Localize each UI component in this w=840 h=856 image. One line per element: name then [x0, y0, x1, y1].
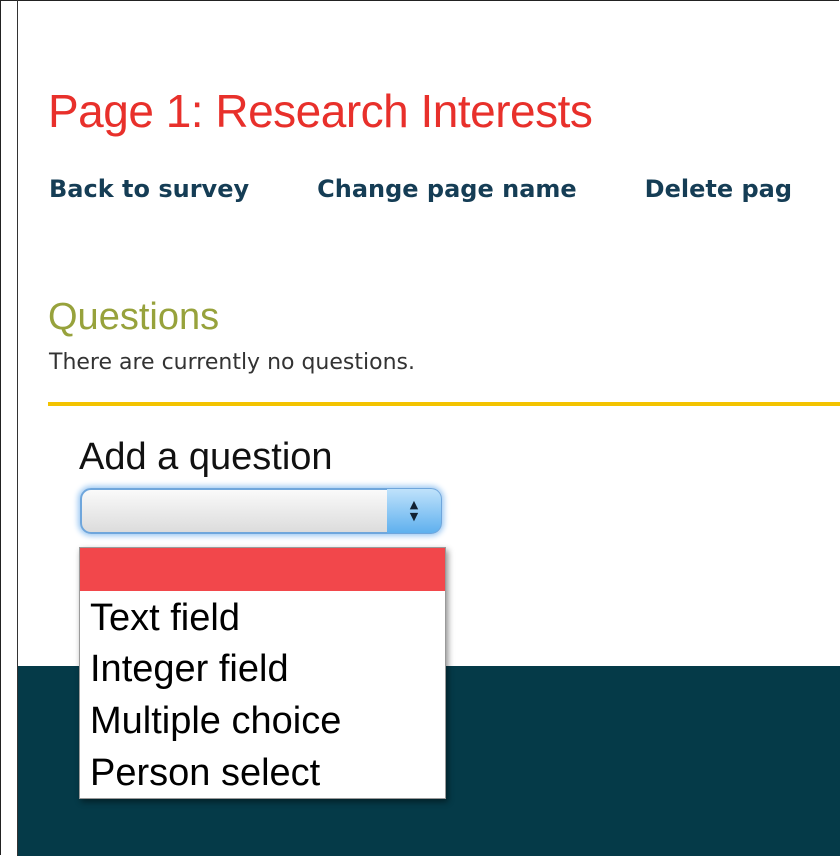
- page-title: Page 1: Research Interests: [48, 85, 593, 137]
- back-to-survey-link[interactable]: Back to survey: [49, 175, 249, 203]
- option-person-select[interactable]: Person select: [80, 747, 445, 799]
- question-type-dropdown: Text field Integer field Multiple choice…: [79, 547, 446, 799]
- option-text-field[interactable]: Text field: [80, 591, 445, 643]
- no-questions-message: There are currently no questions.: [49, 350, 415, 375]
- questions-heading: Questions: [48, 296, 220, 338]
- up-down-chevron-icon[interactable]: ▲ ▼: [387, 489, 441, 533]
- change-page-name-link[interactable]: Change page name: [317, 175, 577, 203]
- question-type-select[interactable]: ▲ ▼: [80, 488, 442, 534]
- add-question-label: Add a question: [79, 436, 333, 478]
- delete-page-link[interactable]: Delete pag: [645, 175, 792, 203]
- option-integer-field[interactable]: Integer field: [80, 643, 445, 695]
- option-multiple-choice[interactable]: Multiple choice: [80, 695, 445, 747]
- option-blank[interactable]: [80, 548, 445, 591]
- page-actions: Back to survey Change page name Delete p…: [49, 175, 840, 203]
- section-divider: [48, 402, 840, 406]
